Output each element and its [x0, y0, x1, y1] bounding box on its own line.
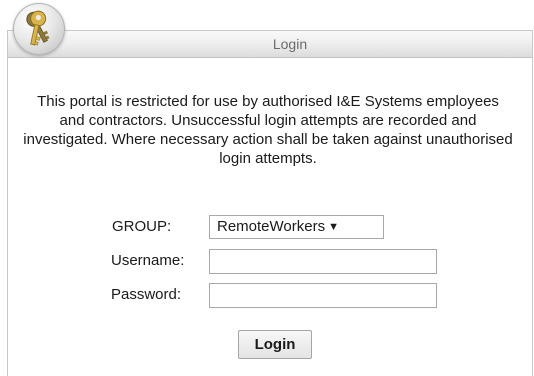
group-select[interactable]: RemoteWorkers ▼: [209, 215, 384, 239]
login-button[interactable]: Login: [238, 330, 312, 359]
password-field[interactable]: [209, 283, 437, 308]
access-notice: This portal is restricted for use by aut…: [23, 93, 513, 167]
keys-icon: [13, 3, 65, 55]
username-label: Username:: [111, 252, 185, 269]
group-label: GROUP:: [112, 218, 172, 235]
login-panel: Login: [7, 30, 533, 376]
login-title: Login: [272, 36, 308, 52]
login-title-bar: Login: [8, 30, 532, 58]
login-page: Login This portal is restricted for use: [0, 0, 534, 376]
username-field[interactable]: [209, 249, 437, 274]
keys-icon-graphic: [26, 10, 50, 46]
dropdown-arrow-icon: ▼: [328, 221, 339, 233]
password-label: Password:: [111, 286, 182, 303]
group-select-value: RemoteWorkers: [217, 218, 326, 235]
